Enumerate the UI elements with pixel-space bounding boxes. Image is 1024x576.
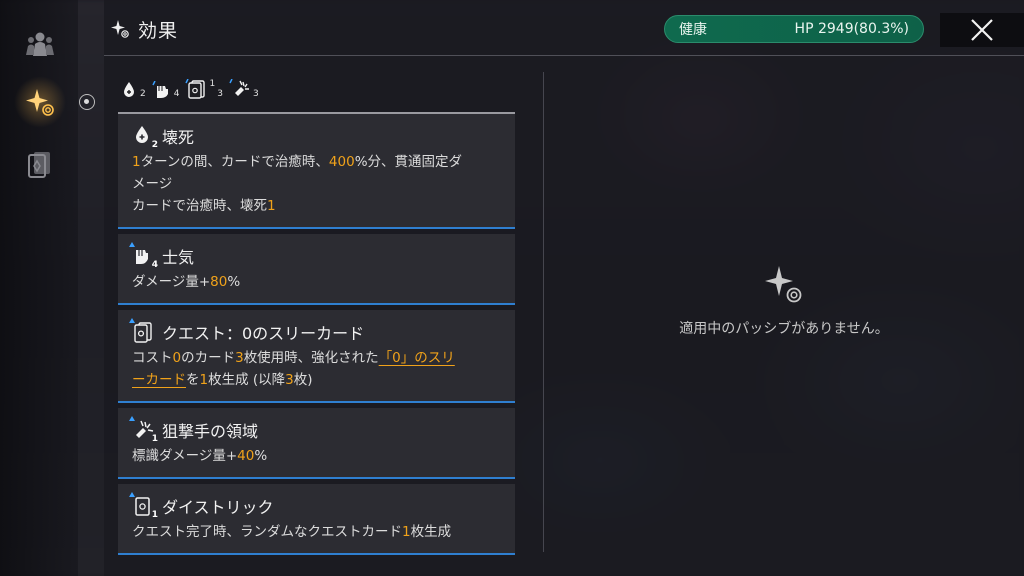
effect-description: 1ターンの間、カードで治癒時、400%分、貫通固定ダ メージ カードで治癒時、壊… (132, 154, 463, 214)
deck-tab[interactable] (14, 138, 66, 190)
rail-selection-indicator (79, 94, 95, 110)
morale-fist-icon (152, 81, 168, 98)
close-icon (971, 19, 993, 41)
effect-description: ダメージ量+80% (132, 274, 241, 290)
card-deck-icon (28, 152, 50, 178)
panel-header: 効果 (110, 14, 178, 44)
sniper-icon (229, 79, 249, 96)
effect-summary-bar: 2 4 1 3 3 (120, 73, 259, 99)
effect-card-necrosis[interactable]: 2 壊死 1ターンの間、カードで治癒時、400%分、貫通固定ダ メージ カードで… (118, 114, 515, 229)
effect-name: 壊死 (162, 128, 195, 147)
hp-status-badge: 健康 HP 2949(80.3%) (664, 15, 924, 43)
summary-item[interactable]: 3 (229, 79, 259, 99)
header-divider (104, 55, 1024, 56)
close-button[interactable] (940, 13, 1024, 47)
quest-card-icon (129, 318, 154, 343)
sparkle-effect-icon (765, 266, 802, 303)
quest-card-link[interactable]: 「0」のスリ (379, 350, 455, 366)
effect-name: クエスト：0のスリーカード (162, 324, 365, 343)
health-status-label: 健康 (679, 22, 707, 38)
decay-icon (124, 82, 134, 97)
decay-icon: 2 (132, 125, 158, 150)
summary-item[interactable]: 4 (152, 81, 179, 99)
page-title: 効果 (138, 19, 179, 42)
passive-empty-state: 適用中のパッシブがありません。 (544, 262, 1024, 338)
side-rail (0, 0, 78, 576)
party-icon (26, 32, 54, 56)
quest-card-link[interactable]: ーカード (132, 372, 186, 388)
effect-description: 標識ダメージ量+40% (132, 448, 268, 464)
effect-name: 士気 (162, 248, 195, 267)
effect-description: クエスト完了時、ランダムなクエストカード1枚生成 (132, 524, 452, 540)
morale-fist-icon: 4 (129, 242, 158, 270)
sparkle-effect-icon (26, 89, 54, 116)
effect-card-morale[interactable]: 4 士気 ダメージ量+80% (118, 234, 515, 305)
dice-card-icon: 1 (129, 492, 158, 520)
summary-item[interactable]: 1 3 (185, 79, 223, 99)
passive-empty-text: 適用中のパッシブがありません。 (679, 321, 889, 337)
effect-card-quest-three-card[interactable]: クエスト：0のスリーカード コスト0のカード3枚使用時、強化された「0」のスリ … (118, 310, 515, 403)
effect-name: ダイストリック (162, 498, 274, 517)
hp-value: HP 2949(80.3%) (794, 21, 909, 37)
quest-card-icon (185, 79, 206, 99)
summary-item[interactable]: 2 (120, 81, 146, 99)
sniper-icon: 1 (129, 416, 158, 444)
effect-card-dice-trick[interactable]: 1 ダイストリック クエスト完了時、ランダムなクエストカード1枚生成 (118, 484, 515, 555)
effects-list[interactable]: 2 壊死 1ターンの間、カードで治癒時、400%分、貫通固定ダ メージ カードで… (118, 114, 515, 576)
effect-card-sniper-domain[interactable]: 1 狙撃手の領域 標識ダメージ量+40% (118, 408, 515, 479)
party-tab[interactable] (14, 18, 66, 70)
effect-description: コスト0のカード3枚使用時、強化された「0」のスリ ーカードを1枚生成 (以降3… (132, 350, 455, 388)
effects-tab[interactable] (14, 76, 66, 128)
effect-name: 狙撃手の領域 (162, 422, 259, 441)
sparkle-effect-icon (111, 20, 129, 38)
